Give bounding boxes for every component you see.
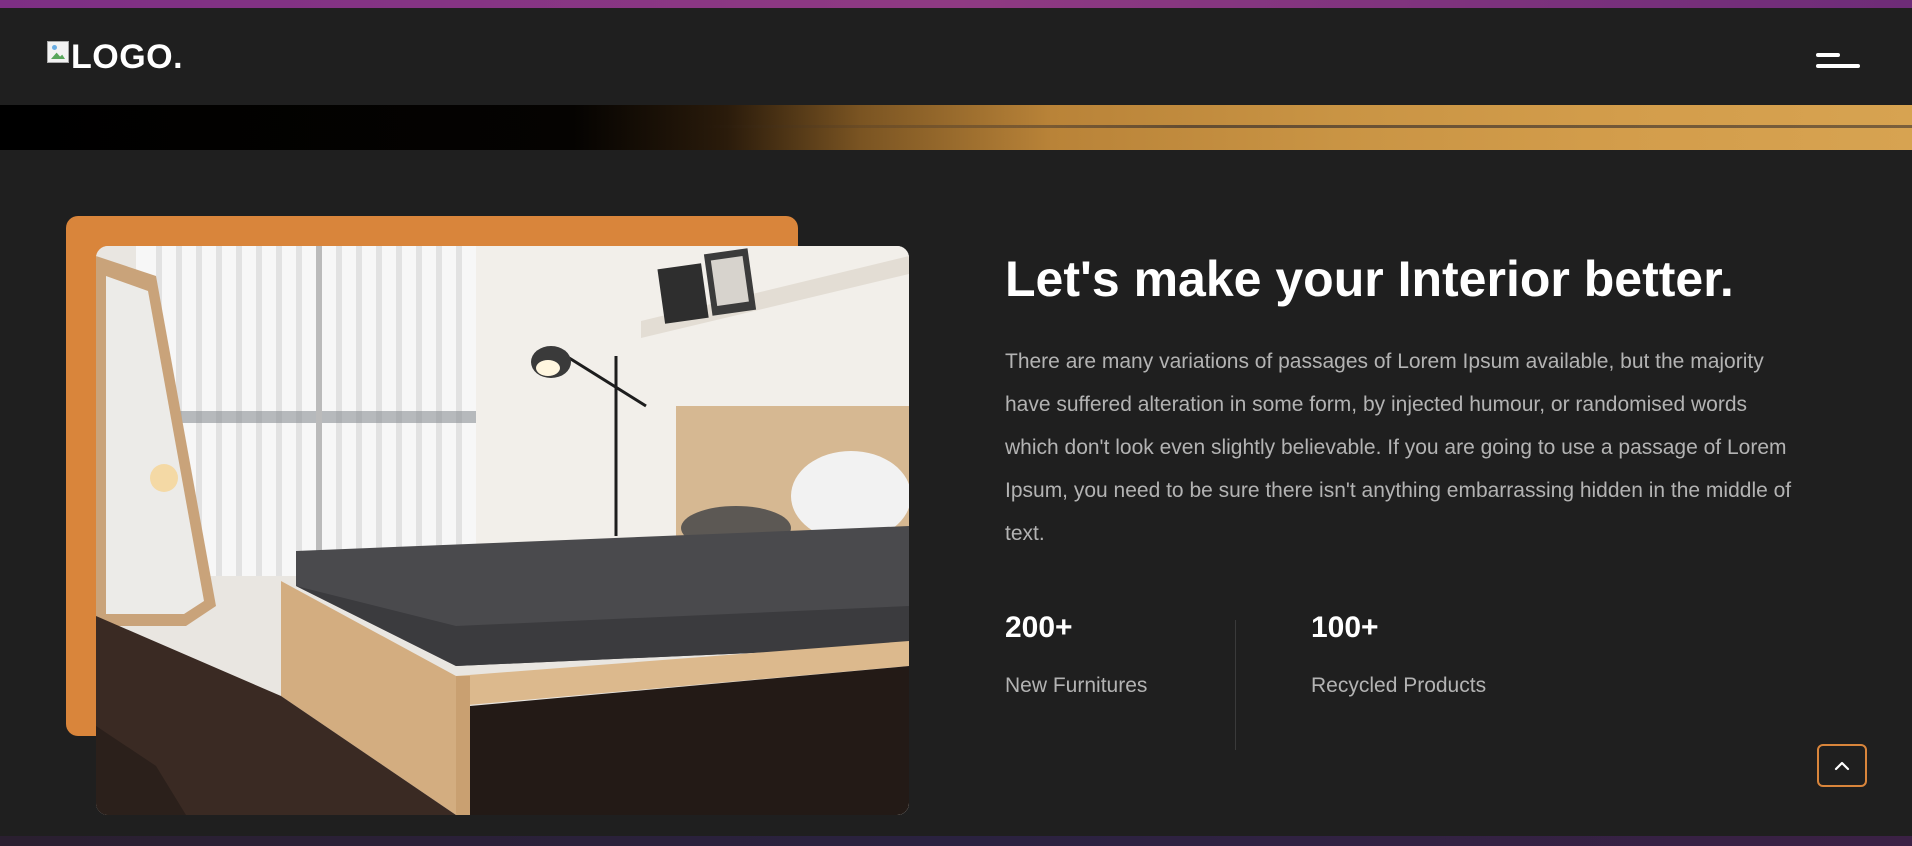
about-section: Let's make your Interior better. There a… — [0, 150, 1912, 836]
logo-text: LOGO. — [71, 38, 184, 76]
menu-button[interactable] — [1810, 42, 1866, 80]
stat-new-furnitures: 200+ New Furnitures — [1005, 610, 1147, 698]
scroll-to-top-button[interactable] — [1817, 744, 1867, 787]
hero-image-strip — [0, 105, 1912, 150]
bedroom-photo — [96, 246, 909, 815]
stat-label: New Furnitures — [1005, 674, 1148, 697]
hamburger-menu-icon-bar — [1816, 64, 1860, 68]
logo-image-icon — [47, 41, 69, 63]
about-title: Let's make your Interior better. — [1005, 251, 1734, 307]
stat-recycled-products: 100+ Recycled Products — [1311, 610, 1486, 698]
stat-label: Recycled Products — [1311, 674, 1487, 697]
site-header: LOGO. — [0, 8, 1912, 105]
hamburger-menu-icon — [1816, 53, 1840, 57]
stat-number: 200+ — [1005, 611, 1073, 644]
logo[interactable]: LOGO. — [47, 38, 183, 77]
about-description: There are many variations of passages of… — [1005, 350, 1792, 545]
bottom-taskbar-edge — [0, 836, 1912, 846]
top-accent-stripe — [0, 0, 1912, 8]
stat-number: 100+ — [1311, 611, 1379, 644]
stat-divider — [1235, 620, 1236, 750]
chevron-up-icon — [1834, 761, 1850, 770]
